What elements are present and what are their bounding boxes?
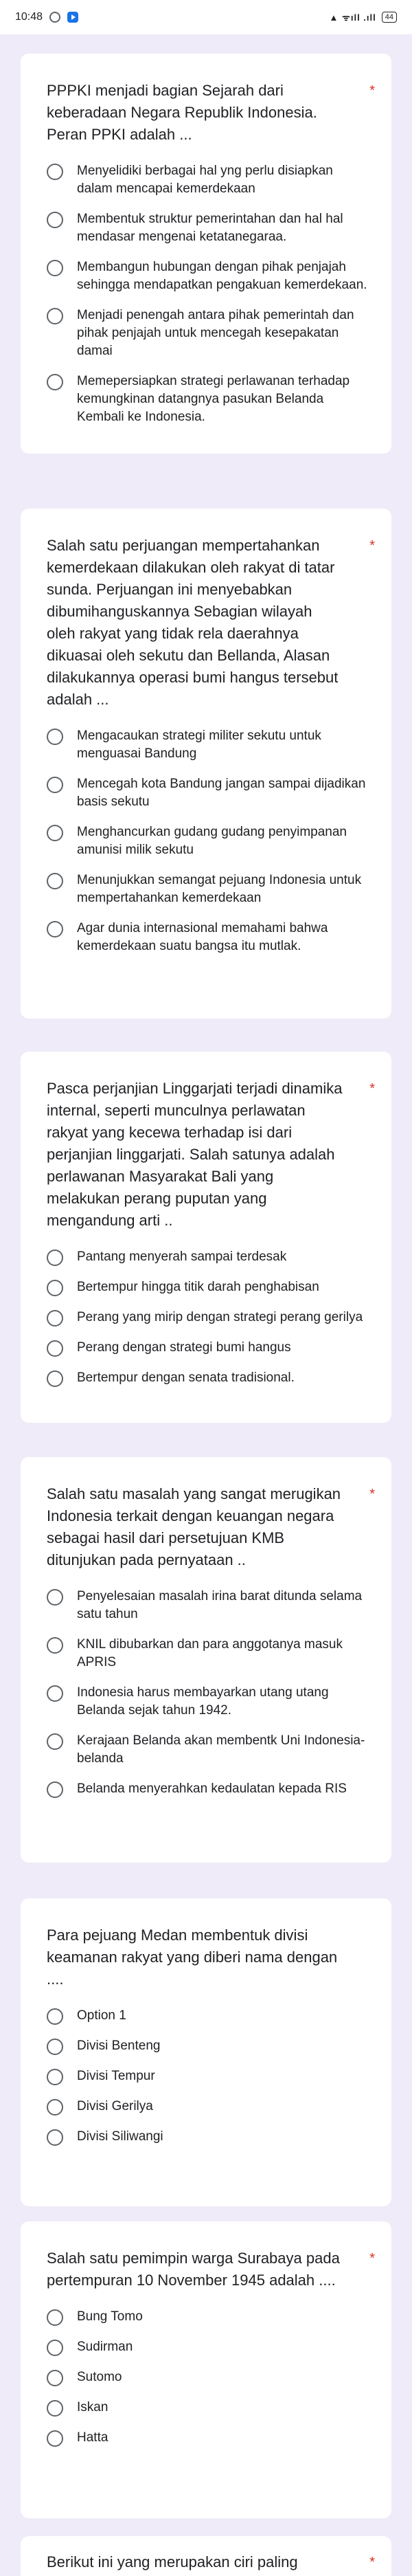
option[interactable]: Kerajaan Belanda akan membentk Uni Indon… (47, 1732, 371, 1768)
question-card-5: Para pejuang Medan membentuk divisi keam… (21, 1898, 391, 2206)
required-asterisk: * (369, 2555, 375, 2570)
radio-button[interactable] (47, 2039, 63, 2055)
radio-button[interactable] (47, 1310, 63, 1326)
radio-button[interactable] (47, 825, 63, 841)
required-asterisk: * (369, 1081, 375, 1096)
required-asterisk: * (369, 538, 375, 553)
option[interactable]: Indonesia harus membayarkan utang utang … (47, 1684, 371, 1720)
status-time: 10:48 (15, 11, 43, 23)
radio-button[interactable] (47, 2430, 63, 2447)
radio-button[interactable] (47, 2129, 63, 2146)
option[interactable]: Bung Tomo (47, 2308, 371, 2326)
radio-button[interactable] (47, 2069, 63, 2085)
question-title: PPPKI menjadi bagian Sejarah dari kebera… (47, 80, 375, 146)
play-store-icon (67, 12, 79, 23)
required-asterisk: * (369, 2251, 375, 2266)
question-card-2: Salah satu perjuangan mempertahankan kem… (21, 509, 391, 1019)
option[interactable]: Mengacaukan strategi militer sekutu untu… (47, 727, 371, 763)
radio-button[interactable] (47, 2340, 63, 2356)
option[interactable]: Menjadi penengah antara pihak pemerintah… (47, 307, 371, 360)
question-title: Salah satu masalah yang sangat merugikan… (47, 1483, 375, 1571)
option[interactable]: Perang dengan strategi bumi hangus (47, 1339, 371, 1357)
radio-button[interactable] (47, 1781, 63, 1798)
radio-button[interactable] (47, 1370, 63, 1387)
signal-icon: ▲ ᯤıll .ıll (329, 12, 376, 23)
radio-button[interactable] (47, 777, 63, 793)
radio-button[interactable] (47, 1250, 63, 1266)
option[interactable]: Divisi Gerilya (47, 2098, 371, 2116)
status-right: ▲ ᯤıll .ıll 44 (329, 11, 397, 23)
options-list: Penyelesaian masalah irina barat ditunda… (47, 1588, 371, 1798)
option[interactable]: Bertempur dengan senata tradisional. (47, 1369, 371, 1387)
question-card-4: Salah satu masalah yang sangat merugikan… (21, 1457, 391, 1863)
question-card-6: Salah satu pemimpin warga Surabaya pada … (21, 2221, 391, 2518)
status-bar: 10:48 ▲ ᯤıll .ıll 44 (0, 0, 412, 34)
question-card-7: Berikut ini yang merupakan ciri paling * (21, 2536, 391, 2576)
option[interactable]: Membentuk struktur pemerintahan dan hal … (47, 210, 371, 246)
option[interactable]: Menyelidiki berbagai hal yng perlu disia… (47, 162, 371, 198)
question-card-3: Pasca perjanjian Linggarjati terjadi din… (21, 1052, 391, 1423)
radio-button[interactable] (47, 212, 63, 228)
radio-button[interactable] (47, 921, 63, 937)
radio-button[interactable] (47, 1589, 63, 1606)
option[interactable]: Membangun hubungan dengan pihak penjajah… (47, 258, 371, 294)
option[interactable]: Sudirman (47, 2338, 371, 2356)
question-title: Berikut ini yang merupakan ciri paling * (47, 2551, 375, 2573)
status-left: 10:48 (15, 11, 79, 23)
option[interactable]: Divisi Benteng (47, 2037, 371, 2055)
question-card-1: PPPKI menjadi bagian Sejarah dari kebera… (21, 54, 391, 454)
option[interactable]: Perang yang mirip dengan strategi perang… (47, 1309, 371, 1326)
radio-button[interactable] (47, 164, 63, 180)
option[interactable]: Penyelesaian masalah irina barat ditunda… (47, 1588, 371, 1623)
option[interactable]: Pantang menyerah sampai terdesak (47, 1248, 371, 1266)
option[interactable]: Belanda menyerahkan kedaulatan kepada RI… (47, 1780, 371, 1798)
radio-button[interactable] (47, 374, 63, 390)
radio-button[interactable] (47, 2370, 63, 2386)
options-list: Mengacaukan strategi militer sekutu untu… (47, 727, 371, 955)
option[interactable]: Divisi Siliwangi (47, 2128, 371, 2146)
options-list: Pantang menyerah sampai terdesak Bertemp… (47, 1248, 371, 1387)
options-list: Option 1 Divisi Benteng Divisi Tempur Di… (47, 2007, 371, 2146)
radio-button[interactable] (47, 260, 63, 276)
radio-button[interactable] (47, 1340, 63, 1357)
battery-icon: 44 (381, 12, 397, 23)
option[interactable]: Agar dunia internasional memahami bahwa … (47, 920, 371, 955)
radio-button[interactable] (47, 2400, 63, 2417)
radio-button[interactable] (47, 2008, 63, 2025)
option[interactable]: Divisi Tempur (47, 2067, 371, 2085)
question-title: Para pejuang Medan membentuk divisi keam… (47, 1927, 338, 1988)
option[interactable]: Menunjukkan semangat pejuang Indonesia u… (47, 871, 371, 907)
whatsapp-icon (49, 12, 61, 23)
option[interactable]: Option 1 (47, 2007, 371, 2025)
radio-button[interactable] (47, 1280, 63, 1296)
question-title: Salah satu perjuangan mempertahankan kem… (47, 535, 375, 711)
options-list: Menyelidiki berbagai hal yng perlu disia… (47, 162, 371, 426)
radio-button[interactable] (47, 1637, 63, 1654)
option[interactable]: Bertempur hingga titik darah penghabisan (47, 1278, 371, 1296)
radio-button[interactable] (47, 729, 63, 745)
option[interactable]: Memepersiapkan strategi perlawanan terha… (47, 373, 371, 426)
option[interactable]: Menghancurkan gudang gudang penyimpanan … (47, 823, 371, 859)
option[interactable]: KNIL dibubarkan dan para anggotanya masu… (47, 1636, 371, 1672)
radio-button[interactable] (47, 873, 63, 889)
options-list: Bung Tomo Sudirman Sutomo Iskan Hatta (47, 2308, 371, 2447)
radio-button[interactable] (47, 1685, 63, 1702)
required-asterisk: * (369, 83, 375, 98)
option[interactable]: Hatta (47, 2429, 371, 2447)
required-asterisk: * (369, 1487, 375, 1502)
option[interactable]: Sutomo (47, 2368, 371, 2386)
option[interactable]: Mencegah kota Bandung jangan sampai dija… (47, 775, 371, 811)
question-title: Salah satu pemimpin warga Surabaya pada … (47, 2247, 375, 2291)
radio-button[interactable] (47, 2309, 63, 2326)
radio-button[interactable] (47, 2099, 63, 2116)
radio-button[interactable] (47, 1733, 63, 1750)
question-title: Pasca perjanjian Linggarjati terjadi din… (47, 1078, 375, 1232)
option[interactable]: Iskan (47, 2399, 371, 2417)
radio-button[interactable] (47, 308, 63, 324)
